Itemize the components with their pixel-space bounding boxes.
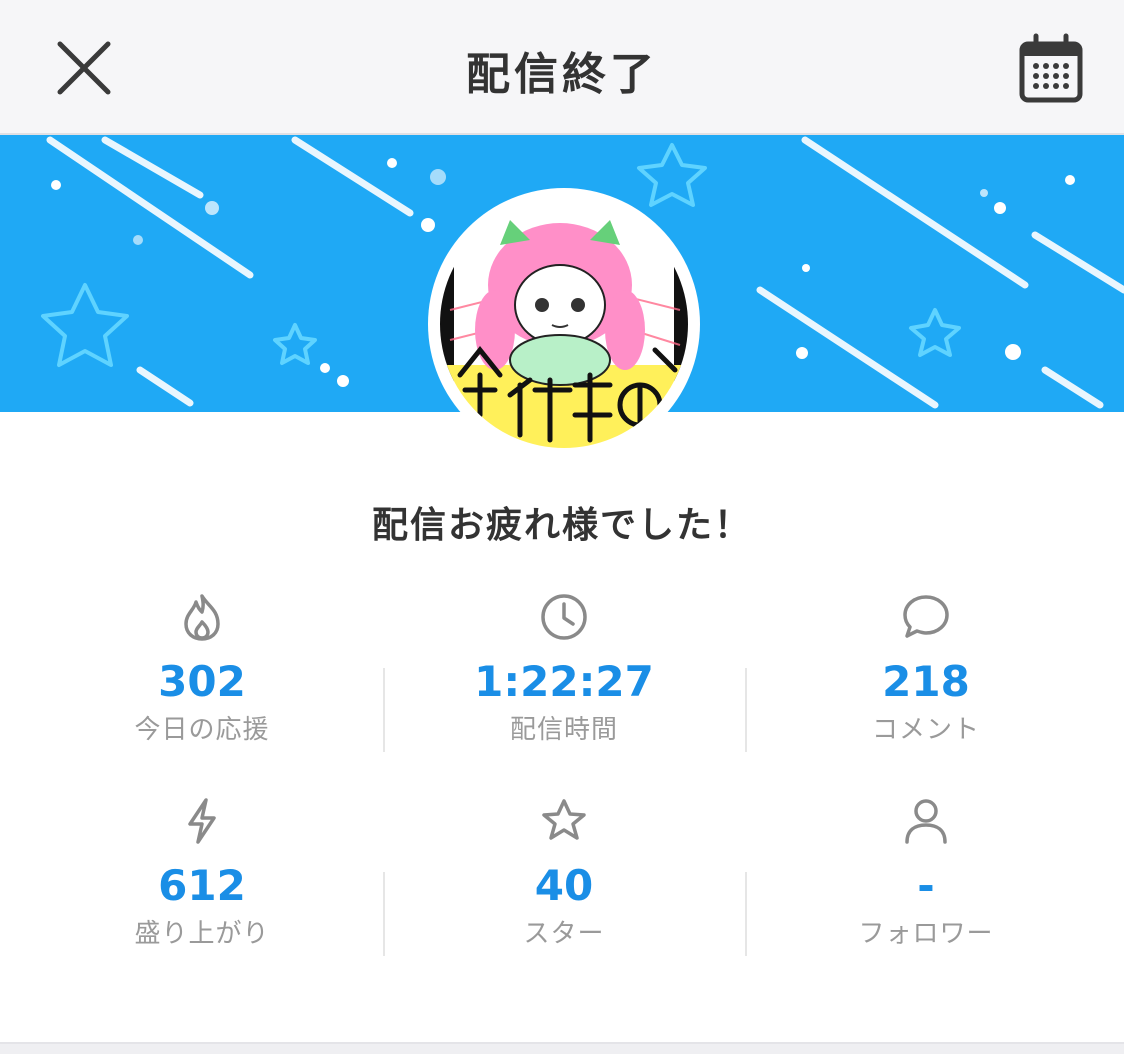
stat-value: 218 xyxy=(882,657,970,706)
stat-label: スター xyxy=(523,919,605,949)
bottom-divider xyxy=(0,1042,1124,1054)
user-icon xyxy=(905,799,947,844)
stat-value: 1:22:27 xyxy=(474,657,654,706)
stat-excitement: 612 盛り上がり xyxy=(52,796,352,950)
stat-support-today: 302 今日の応援 xyxy=(52,592,352,746)
stat-divider xyxy=(745,668,747,752)
calendar-button[interactable] xyxy=(1016,32,1086,104)
fire-icon xyxy=(184,594,220,641)
stat-divider xyxy=(383,668,385,752)
stat-comments: 218 コメント xyxy=(776,592,1076,746)
stat-value: 40 xyxy=(534,861,594,910)
stat-label: 配信時間 xyxy=(509,715,618,745)
star-icon xyxy=(542,799,586,840)
stat-value: - xyxy=(917,861,935,910)
stat-value: 302 xyxy=(158,657,246,706)
page-title: 配信終了 xyxy=(466,49,658,100)
streamer-avatar xyxy=(428,188,700,460)
stat-divider xyxy=(383,872,385,956)
stat-stars: 40 スター xyxy=(414,796,714,950)
stat-label: フォロワー xyxy=(858,919,994,949)
calendar-icon xyxy=(1019,33,1083,103)
stat-followers: - フォロワー xyxy=(776,796,1076,950)
stat-label: 今日の応援 xyxy=(134,715,270,745)
header-bar: 配信終了 xyxy=(0,0,1124,135)
comment-icon xyxy=(903,595,949,638)
stat-label: コメント xyxy=(871,715,980,745)
stat-label: 盛り上がり xyxy=(134,919,270,949)
clock-icon xyxy=(541,594,587,640)
stat-divider xyxy=(745,872,747,956)
stat-stream-time: 1:22:27 配信時間 xyxy=(414,592,714,746)
stream-end-message: 配信お疲れ様でした！ xyxy=(371,505,752,546)
stat-value: 612 xyxy=(158,861,246,910)
avatar-illustration xyxy=(440,200,688,448)
lightning-icon xyxy=(188,798,216,844)
